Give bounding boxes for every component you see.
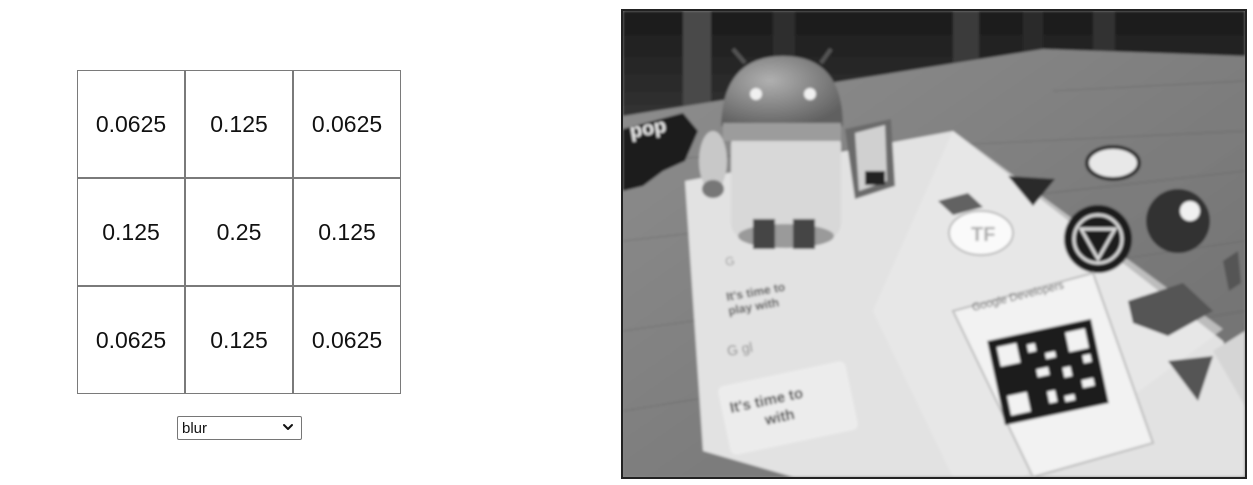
grayscale-photo-icon: pop TF Google Developers It's time to pl… — [623, 11, 1245, 477]
kernel-cell-2-0 — [77, 286, 185, 394]
kernel-cell-2-1 — [185, 286, 293, 394]
kernel-input-1-0[interactable] — [83, 216, 179, 248]
kernel-input-1-1[interactable] — [191, 216, 287, 248]
kernel-cell-1-2 — [293, 178, 401, 286]
kernel-input-0-2[interactable] — [299, 108, 395, 140]
filter-select[interactable]: blur — [177, 416, 302, 440]
kernel-cell-0-2 — [293, 70, 401, 178]
kernel-input-2-0[interactable] — [83, 324, 179, 356]
kernel-input-0-1[interactable] — [191, 108, 287, 140]
kernel-cell-0-1 — [185, 70, 293, 178]
tf-badge-text: TF — [971, 224, 995, 246]
kernel-input-0-0[interactable] — [83, 108, 179, 140]
kernel-cell-0-0 — [77, 70, 185, 178]
kernel-input-1-2[interactable] — [299, 216, 395, 248]
kernel-cell-1-1 — [185, 178, 293, 286]
kernel-matrix — [77, 70, 401, 394]
result-image: pop TF Google Developers It's time to pl… — [621, 9, 1247, 479]
kernel-input-2-2[interactable] — [299, 324, 395, 356]
kernel-cell-1-0 — [77, 178, 185, 286]
kernel-cell-2-2 — [293, 286, 401, 394]
kernel-input-2-1[interactable] — [191, 324, 287, 356]
